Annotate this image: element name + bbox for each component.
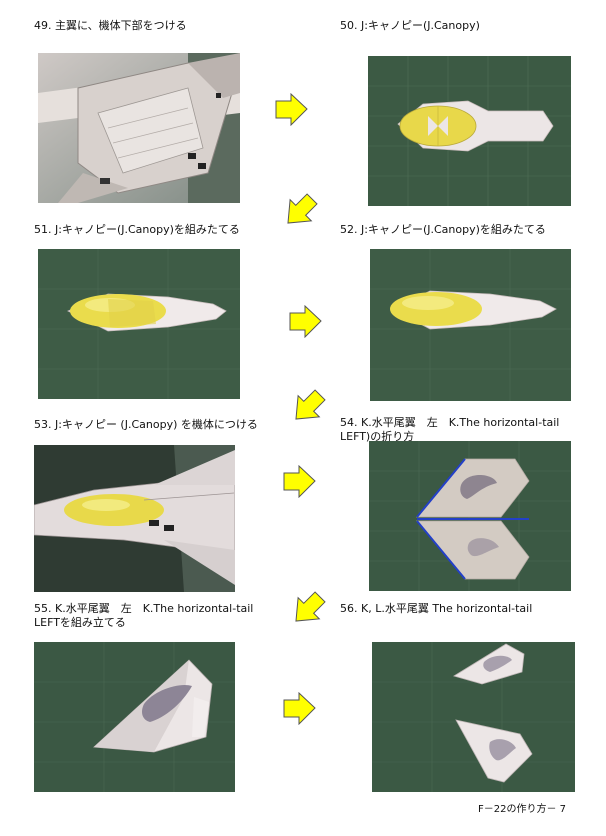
step-50-caption: 50. J:キャノピー(J.Canopy): [340, 19, 480, 32]
step-55-caption: 55. K.水平尾翼 左 K.The horizontal-tail LEFTを…: [34, 602, 254, 629]
arrow-right-icon: [283, 692, 316, 725]
step-49-caption: 49. 主翼に、機体下部をつける: [34, 19, 187, 32]
step-52-photo: [370, 249, 571, 401]
page-footer: F－22の作り方－ 7: [478, 804, 567, 815]
step-51-caption: 51. J:キャノピー(J.Canopy)を組みたてる: [34, 223, 240, 236]
arrow-down-left-icon: [295, 389, 326, 420]
step-51-photo: [38, 249, 240, 399]
arrow-right-icon: [289, 305, 322, 338]
arrow-right-icon: [275, 93, 308, 126]
arrow-down-left-icon: [295, 591, 326, 622]
step-53-photo: [34, 445, 235, 592]
step-54-caption: 54. K.水平尾翼 左 K.The horizontal-tail LEFT)…: [340, 416, 560, 443]
step-50-photo: [368, 56, 571, 206]
arrow-down-left-icon: [287, 193, 318, 224]
step-49-photo: [38, 53, 240, 203]
step-53-caption: 53. J:キャノピー (J.Canopy) を機体につける: [34, 418, 258, 431]
step-55-photo: [34, 642, 235, 792]
step-56-photo: [372, 642, 575, 792]
arrow-right-icon: [283, 465, 316, 498]
step-56-caption: 56. K, L.水平尾翼 The horizontal-tail: [340, 602, 533, 615]
step-54-photo: [369, 441, 571, 591]
step-52-caption: 52. J:キャノピー(J.Canopy)を組みたてる: [340, 223, 546, 236]
